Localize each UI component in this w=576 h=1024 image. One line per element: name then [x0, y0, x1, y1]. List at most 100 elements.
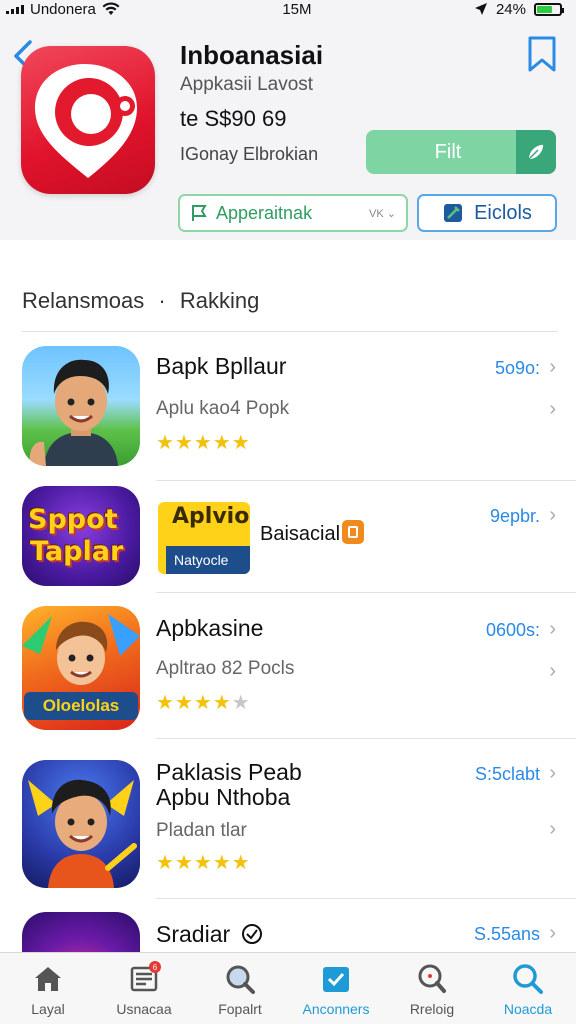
- star-icon: ★: [212, 432, 232, 454]
- item-description: Aplu kao4 Popk: [156, 398, 290, 419]
- category-label: Apperaitnak: [216, 202, 313, 223]
- tab-label: Noacda: [503, 1001, 553, 1017]
- bookmark-icon[interactable]: [526, 36, 558, 72]
- divider: [156, 738, 576, 739]
- chevron-right-icon[interactable]: ›: [549, 356, 556, 379]
- section-separator: ·: [158, 288, 166, 313]
- chevron-right-icon[interactable]: ›: [549, 922, 556, 945]
- star-icon: ★: [156, 432, 175, 454]
- star-rating: ★★★★★: [156, 850, 251, 875]
- app-category-pill[interactable]: Apperaitnak VK ⌄: [178, 194, 408, 232]
- item-description: Pladan tlar: [156, 820, 247, 841]
- location-arrow-icon: [474, 3, 487, 15]
- app-logo-icon: [35, 64, 137, 178]
- chevron-right-icon[interactable]: ›: [549, 618, 556, 641]
- section-title-sub[interactable]: Rakking: [180, 288, 259, 313]
- wifi-icon: [102, 2, 120, 15]
- item-price[interactable]: S.55ans: [474, 924, 540, 945]
- section-title-main: Relansmoas: [22, 288, 145, 313]
- get-button[interactable]: Filt: [366, 130, 556, 174]
- tab-label: Fopalrt: [218, 1001, 262, 1017]
- star-icon: ★: [193, 432, 213, 454]
- item-description: Apltrao 82 Pocls: [156, 658, 295, 679]
- star-icon: ★: [156, 852, 175, 874]
- search-icon: [512, 963, 544, 995]
- promo-banner-sub: Natyocle: [166, 546, 250, 574]
- star-icon: ★: [231, 852, 251, 874]
- tab-news[interactable]: 6 Usnacaa: [96, 953, 192, 1024]
- divider: [156, 480, 576, 481]
- get-button-label: Filt: [434, 140, 462, 163]
- details-label: Eiclols: [474, 201, 532, 224]
- list-item[interactable]: Sradiar S.55ans ›: [0, 912, 576, 952]
- section-divider: [22, 331, 558, 332]
- status-left: Undonera: [6, 1, 120, 18]
- tab-search[interactable]: Noacda: [480, 953, 576, 1024]
- item-icon-partial: [22, 912, 140, 952]
- signal-icon: [6, 4, 24, 14]
- item-name: Sradiar: [156, 922, 263, 947]
- app-header: Inboanasiai Appkasii Lavost te S$90 69 I…: [0, 18, 576, 240]
- star-icon: ★: [193, 852, 213, 874]
- star-icon: ★: [174, 692, 194, 714]
- item-name-text: Sradiar: [156, 921, 231, 947]
- tab-bar: Layal 6 Usnacaa Fopalrt Anconners Rreloi…: [0, 952, 576, 1024]
- chevron-right-icon[interactable]: ›: [549, 504, 556, 527]
- chevron-right-icon[interactable]: ›: [549, 398, 556, 421]
- edit-icon: [444, 204, 463, 222]
- leaf-icon: [516, 130, 556, 174]
- file-icon: [342, 520, 364, 544]
- carrier-label: Undonera: [30, 0, 96, 18]
- battery-fill: [536, 5, 553, 13]
- item-price[interactable]: 9epbr.: [490, 506, 540, 527]
- chevron-right-icon[interactable]: ›: [549, 660, 556, 683]
- section-title: Relansmoas · Rakking: [22, 288, 259, 314]
- chevron-right-icon[interactable]: ›: [549, 762, 556, 785]
- item-price[interactable]: S:5clabt: [475, 764, 540, 785]
- category-sub-label: VK ⌄: [369, 207, 396, 220]
- category-sub-text: VK: [369, 207, 384, 220]
- star-rating: ★★★★★: [156, 690, 251, 715]
- app-title: Inboanasiai: [180, 40, 324, 70]
- app-developer[interactable]: IGonay Elbrokian: [180, 144, 318, 165]
- item-price[interactable]: 0600s:: [486, 620, 540, 641]
- calendar-check-icon: [320, 963, 352, 995]
- flag-icon: [192, 205, 207, 221]
- star-icon: ★: [193, 692, 213, 714]
- divider: [156, 592, 576, 593]
- tab-label: Anconners: [302, 1001, 370, 1017]
- tab-anconners[interactable]: Anconners: [288, 953, 384, 1024]
- home-icon: [32, 963, 64, 995]
- promo-banner-title: Aplvio: [172, 504, 250, 529]
- list-item[interactable]: Bapk Bpllaur 5o9o: › Aplu kao4 Popk › ★★…: [0, 346, 576, 476]
- star-icon: ★: [174, 852, 194, 874]
- details-pill[interactable]: Eiclols: [417, 194, 557, 232]
- list-item[interactable]: Sppot Taplar Aplvio Natyocle Baisacial 9…: [0, 486, 576, 586]
- item-icon-game: Sppot Taplar: [22, 486, 140, 586]
- tab-label: Usnacaa: [116, 1001, 172, 1017]
- item-name: Baisacial: [260, 523, 341, 545]
- status-right: 24%: [474, 0, 564, 18]
- chevron-right-icon[interactable]: ›: [549, 818, 556, 841]
- list-item[interactable]: Paklasis Peab Apbu Nthoba S:5clabt › Pla…: [0, 760, 576, 888]
- icon-text-bottom: Taplar: [30, 536, 124, 567]
- icon-banner-text: Oloelolas: [24, 692, 138, 720]
- item-price[interactable]: 5o9o:: [495, 358, 540, 379]
- tab-explore[interactable]: Fopalrt: [192, 953, 288, 1024]
- divider: [156, 898, 576, 899]
- star-icon: ★: [174, 432, 194, 454]
- icon-text-top: Sppot: [28, 504, 118, 535]
- star-icon: ★: [212, 852, 232, 874]
- tab-label: Rreloig: [409, 1001, 455, 1017]
- item-icon-avatar: [22, 346, 140, 466]
- promo-banner[interactable]: Aplvio Natyocle: [158, 502, 250, 574]
- item-icon-hero: [22, 760, 140, 888]
- list-item[interactable]: Oloelolas Apbkasine 0600s: › Apltrao 82 …: [0, 606, 576, 730]
- star-icon: ★: [212, 692, 232, 714]
- battery-percent: 24%: [495, 0, 526, 18]
- tab-reloig[interactable]: Rreloig: [384, 953, 480, 1024]
- star-rating: ★★★★★: [156, 430, 251, 455]
- tab-home[interactable]: Layal: [0, 953, 96, 1024]
- notification-badge: 6: [149, 961, 161, 973]
- verified-icon: [241, 924, 262, 944]
